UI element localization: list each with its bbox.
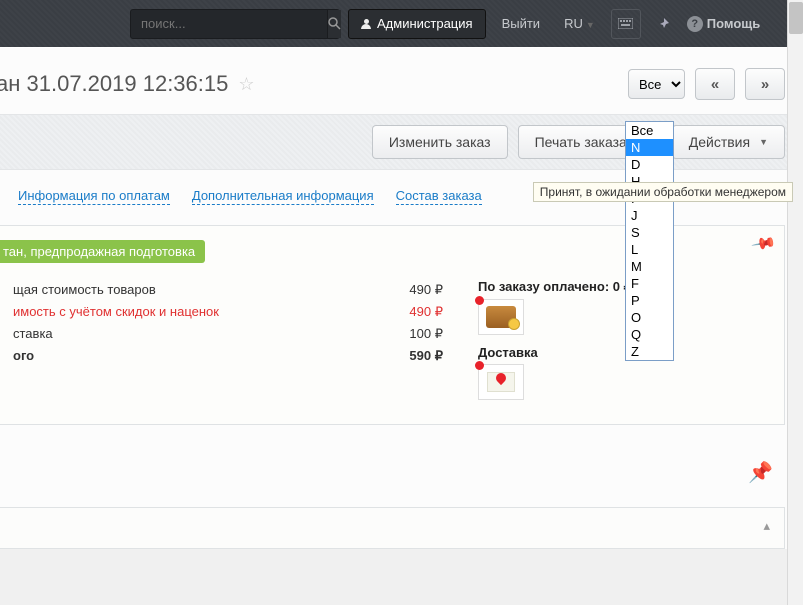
filter-option[interactable]: Q xyxy=(626,326,673,343)
payment-tile[interactable] xyxy=(478,299,524,335)
actions-button[interactable]: Действия▼ xyxy=(672,125,785,159)
filter-option[interactable]: S xyxy=(626,224,673,241)
search-input[interactable] xyxy=(131,16,327,31)
filter-option[interactable]: Z xyxy=(626,343,673,360)
page: ан 31.07.2019 12:36:15 ☆ Все « » Изменит… xyxy=(0,47,803,549)
tab-payments[interactable]: Информация по оплатам xyxy=(18,188,170,205)
chevron-down-icon: ▼ xyxy=(586,20,595,30)
alert-dot-icon xyxy=(475,361,484,370)
cost-row: ставка100 ₽ xyxy=(13,323,443,345)
status-tooltip: Принят, в ожидании обработки менеджером xyxy=(533,182,793,202)
wallet-icon xyxy=(486,306,516,328)
help-link[interactable]: ? Помощь xyxy=(687,16,760,32)
cost-row: имость с учётом скидок и наценок490 ₽ xyxy=(13,301,443,323)
question-icon: ? xyxy=(687,16,703,32)
collapsed-panel: ▴ xyxy=(0,507,785,549)
search-icon[interactable] xyxy=(327,10,341,38)
side-column: По заказу оплачено: 0 ₽ Доставка xyxy=(478,279,632,410)
filter-select[interactable]: Все xyxy=(628,69,685,99)
favorite-star-icon[interactable]: ☆ xyxy=(238,74,254,95)
filter-option[interactable]: N xyxy=(626,139,673,156)
pin-icon[interactable]: 📌 xyxy=(750,230,778,258)
scrollbar-thumb[interactable] xyxy=(789,2,803,34)
paid-heading: По заказу оплачено: 0 ₽ xyxy=(478,279,632,295)
filter-option[interactable]: J xyxy=(626,207,673,224)
filter-option[interactable]: F xyxy=(626,275,673,292)
header-row: ан 31.07.2019 12:36:15 ☆ Все « » xyxy=(0,48,803,114)
help-label: Помощь xyxy=(707,16,760,31)
alert-dot-icon xyxy=(475,296,484,305)
map-pin-icon xyxy=(487,372,515,392)
scrollbar[interactable] xyxy=(787,0,803,605)
status-badge: тан, предпродажная подготовка xyxy=(0,240,205,263)
page-title: ан 31.07.2019 12:36:15 xyxy=(0,71,228,97)
filter-option[interactable]: P xyxy=(626,292,673,309)
action-bar: Изменить заказ Печать заказа▼ Действия▼ xyxy=(0,114,803,170)
pin-icon[interactable]: 📌 xyxy=(748,460,773,485)
filter-option[interactable]: M xyxy=(626,258,673,275)
chevron-down-icon: ▼ xyxy=(759,137,768,147)
cost-row-total: ого590 ₽ xyxy=(13,345,443,367)
tab-contents[interactable]: Состав заказа xyxy=(396,188,482,205)
admin-label: Администрация xyxy=(377,16,473,31)
logout-link[interactable]: Выйти xyxy=(494,16,549,31)
admin-button[interactable]: Администрация xyxy=(348,9,486,39)
filter-option[interactable]: D xyxy=(626,156,673,173)
pin-icon[interactable] xyxy=(649,9,679,39)
prev-button[interactable]: « xyxy=(695,68,735,100)
keyboard-icon[interactable] xyxy=(611,9,641,39)
search-box xyxy=(130,9,340,39)
lang-selector[interactable]: RU▼ xyxy=(556,16,603,31)
tab-additional[interactable]: Дополнительная информация xyxy=(192,188,374,205)
top-bar: Администрация Выйти RU▼ ? Помощь xyxy=(0,0,803,47)
filter-dropdown: ВсеNDHIJSLMFPOQZ xyxy=(625,121,674,361)
chevron-up-icon[interactable]: ▴ xyxy=(763,518,770,534)
next-button[interactable]: » xyxy=(745,68,785,100)
delivery-heading: Доставка xyxy=(478,345,632,360)
filter-option[interactable]: O xyxy=(626,309,673,326)
user-icon xyxy=(361,19,371,29)
filter-option[interactable]: Все xyxy=(626,122,673,139)
cost-row: щая стоимость товаров490 ₽ xyxy=(13,279,443,301)
edit-order-button[interactable]: Изменить заказ xyxy=(372,125,508,159)
filter-option[interactable]: L xyxy=(626,241,673,258)
cost-table: щая стоимость товаров490 ₽ имость с учёт… xyxy=(13,279,443,410)
delivery-tile[interactable] xyxy=(478,364,524,400)
